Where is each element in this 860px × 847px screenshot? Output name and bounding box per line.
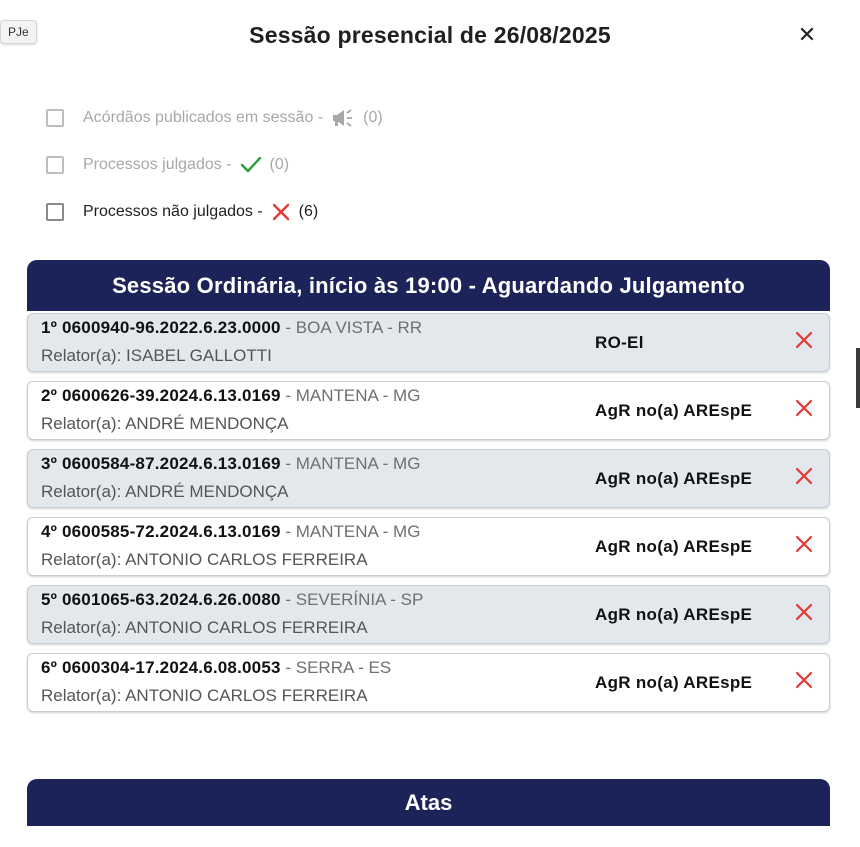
case-class: AgR no(a) AREspE [595,673,753,692]
cross-icon [795,399,813,417]
case-number: 2º 0600626-39.2024.6.13.0169 [41,386,281,405]
cross-icon [271,202,291,222]
session-header: Sessão Ordinária, início às 19:00 - Agua… [27,260,830,311]
filter-label: Processos julgados - [83,155,232,173]
case-rapporteur: Relator(a): ANDRÉ MENDONÇA [41,482,289,501]
case-class: RO-El [595,333,644,352]
checkbox[interactable] [46,202,64,221]
case-location: - SEVERÍNIA - SP [285,590,424,609]
cross-icon [795,535,813,553]
case-class: AgR no(a) AREspE [595,537,753,556]
cross-icon [795,603,813,621]
case-title: 1º 0600940-96.2022.6.23.0000 - BOA VISTA… [41,318,422,338]
scrollbar-thumb[interactable] [856,348,860,408]
case-title: 5º 0601065-63.2024.6.26.0080 - SEVERÍNIA… [41,590,423,610]
case-rapporteur: Relator(a): ANTONIO CARLOS FERREIRA [41,686,368,705]
case-row[interactable]: 4º 0600585-72.2024.6.13.0169 - MANTENA -… [27,517,830,576]
checkbox[interactable] [46,108,64,127]
filter-acordaos-publicados[interactable]: Acórdãos publicados em sessão - (0) [46,94,383,141]
case-title: 4º 0600585-72.2024.6.13.0169 - MANTENA -… [41,522,420,542]
case-number: 3º 0600584-87.2024.6.13.0169 [41,454,281,473]
case-number: 1º 0600940-96.2022.6.23.0000 [41,318,281,337]
case-location: - MANTENA - MG [285,386,421,405]
case-number: 5º 0601065-63.2024.6.26.0080 [41,590,281,609]
close-icon[interactable]: ✕ [794,22,820,48]
cross-icon [795,467,813,485]
case-row[interactable]: 1º 0600940-96.2022.6.23.0000 - BOA VISTA… [27,313,830,372]
dialog-title: Sessão presencial de 26/08/2025 [249,22,611,48]
case-rapporteur: Relator(a): ANDRÉ MENDONÇA [41,414,289,433]
filter-label: Acórdãos publicados em sessão - [83,108,324,126]
filter-list: Acórdãos publicados em sessão - (0) Proc… [46,94,383,235]
cross-icon [795,671,813,689]
case-class: AgR no(a) AREspE [595,469,753,488]
case-row[interactable]: 3º 0600584-87.2024.6.13.0169 - MANTENA -… [27,449,830,508]
cross-icon [795,331,813,349]
case-row[interactable]: 6º 0600304-17.2024.6.08.0053 - SERRA - E… [27,653,830,712]
case-list: 1º 0600940-96.2022.6.23.0000 - BOA VISTA… [27,313,830,721]
case-rapporteur: Relator(a): ISABEL GALLOTTI [41,346,272,365]
case-location: - SERRA - ES [285,658,392,677]
filter-count: (0) [269,155,290,173]
case-number: 6º 0600304-17.2024.6.08.0053 [41,658,281,677]
case-location: - MANTENA - MG [285,522,421,541]
case-location: - MANTENA - MG [285,454,421,473]
check-icon [240,155,262,175]
atas-section-header[interactable]: Atas [27,779,830,826]
case-row[interactable]: 2º 0600626-39.2024.6.13.0169 - MANTENA -… [27,381,830,440]
filter-count: (0) [363,108,383,126]
case-rapporteur: Relator(a): ANTONIO CARLOS FERREIRA [41,618,368,637]
megaphone-icon [331,108,355,128]
case-row[interactable]: 5º 0601065-63.2024.6.26.0080 - SEVERÍNIA… [27,585,830,644]
case-rapporteur: Relator(a): ANTONIO CARLOS FERREIRA [41,550,368,569]
filter-label: Processos não julgados - [83,202,263,220]
filter-processos-julgados[interactable]: Processos julgados - (0) [46,141,383,188]
filter-count: (6) [298,202,319,220]
filter-processos-nao-julgados[interactable]: Processos não julgados - (6) [46,188,383,235]
checkbox[interactable] [46,155,64,174]
case-class: AgR no(a) AREspE [595,605,753,624]
case-class: AgR no(a) AREspE [595,401,753,420]
case-location: - BOA VISTA - RR [285,318,423,337]
case-number: 4º 0600585-72.2024.6.13.0169 [41,522,281,541]
case-title: 6º 0600304-17.2024.6.08.0053 - SERRA - E… [41,658,391,678]
case-title: 3º 0600584-87.2024.6.13.0169 - MANTENA -… [41,454,420,474]
case-title: 2º 0600626-39.2024.6.13.0169 - MANTENA -… [41,386,420,406]
